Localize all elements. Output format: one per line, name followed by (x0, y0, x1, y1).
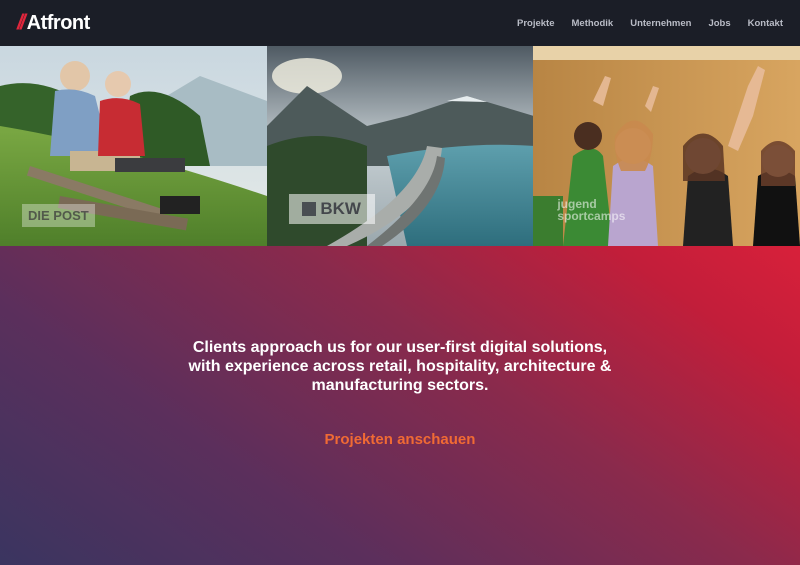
project-tile-sportcamps[interactable]: jugend sportcamps (533, 46, 800, 246)
project-tile-bkw[interactable]: BKW (266, 46, 534, 246)
nav-item-kontakt[interactable]: Kontakt (748, 18, 783, 29)
hero-statement: Clients approach us for our user-first d… (188, 339, 612, 394)
hero-section: Clients approach us for our user-first d… (0, 246, 800, 565)
client-logo-post: DIE POST (22, 204, 95, 227)
project-tile-post[interactable]: DIE POST (0, 46, 267, 246)
bkw-logo-mark (302, 202, 317, 216)
nav-item-projekte[interactable]: Projekte (517, 18, 555, 29)
logo-wordmark: Atfront (26, 11, 91, 34)
client-logo-sportcamps: jugend sportcamps (557, 198, 625, 222)
nav-item-methodik[interactable]: Methodik (572, 18, 614, 29)
client-logo-bkw: BKW (288, 194, 375, 224)
view-projects-link[interactable]: Projekten anschauen (325, 431, 476, 448)
nav-item-unternehmen[interactable]: Unternehmen (630, 18, 691, 29)
client-logo-sportcamps-line2: sportcamps (557, 209, 626, 223)
top-bar: // Atfront Projekte Methodik Unternehmen… (0, 0, 800, 46)
nav-item-jobs[interactable]: Jobs (708, 18, 730, 29)
logo-slashes: // (17, 11, 26, 34)
bkw-logo-text: BKW (320, 199, 361, 218)
main-nav: Projekte Methodik Unternehmen Jobs Konta… (517, 18, 783, 29)
project-gallery: DIE POST BKW jugend sportcamps (0, 46, 800, 246)
brand-logo[interactable]: // Atfront (17, 0, 90, 46)
